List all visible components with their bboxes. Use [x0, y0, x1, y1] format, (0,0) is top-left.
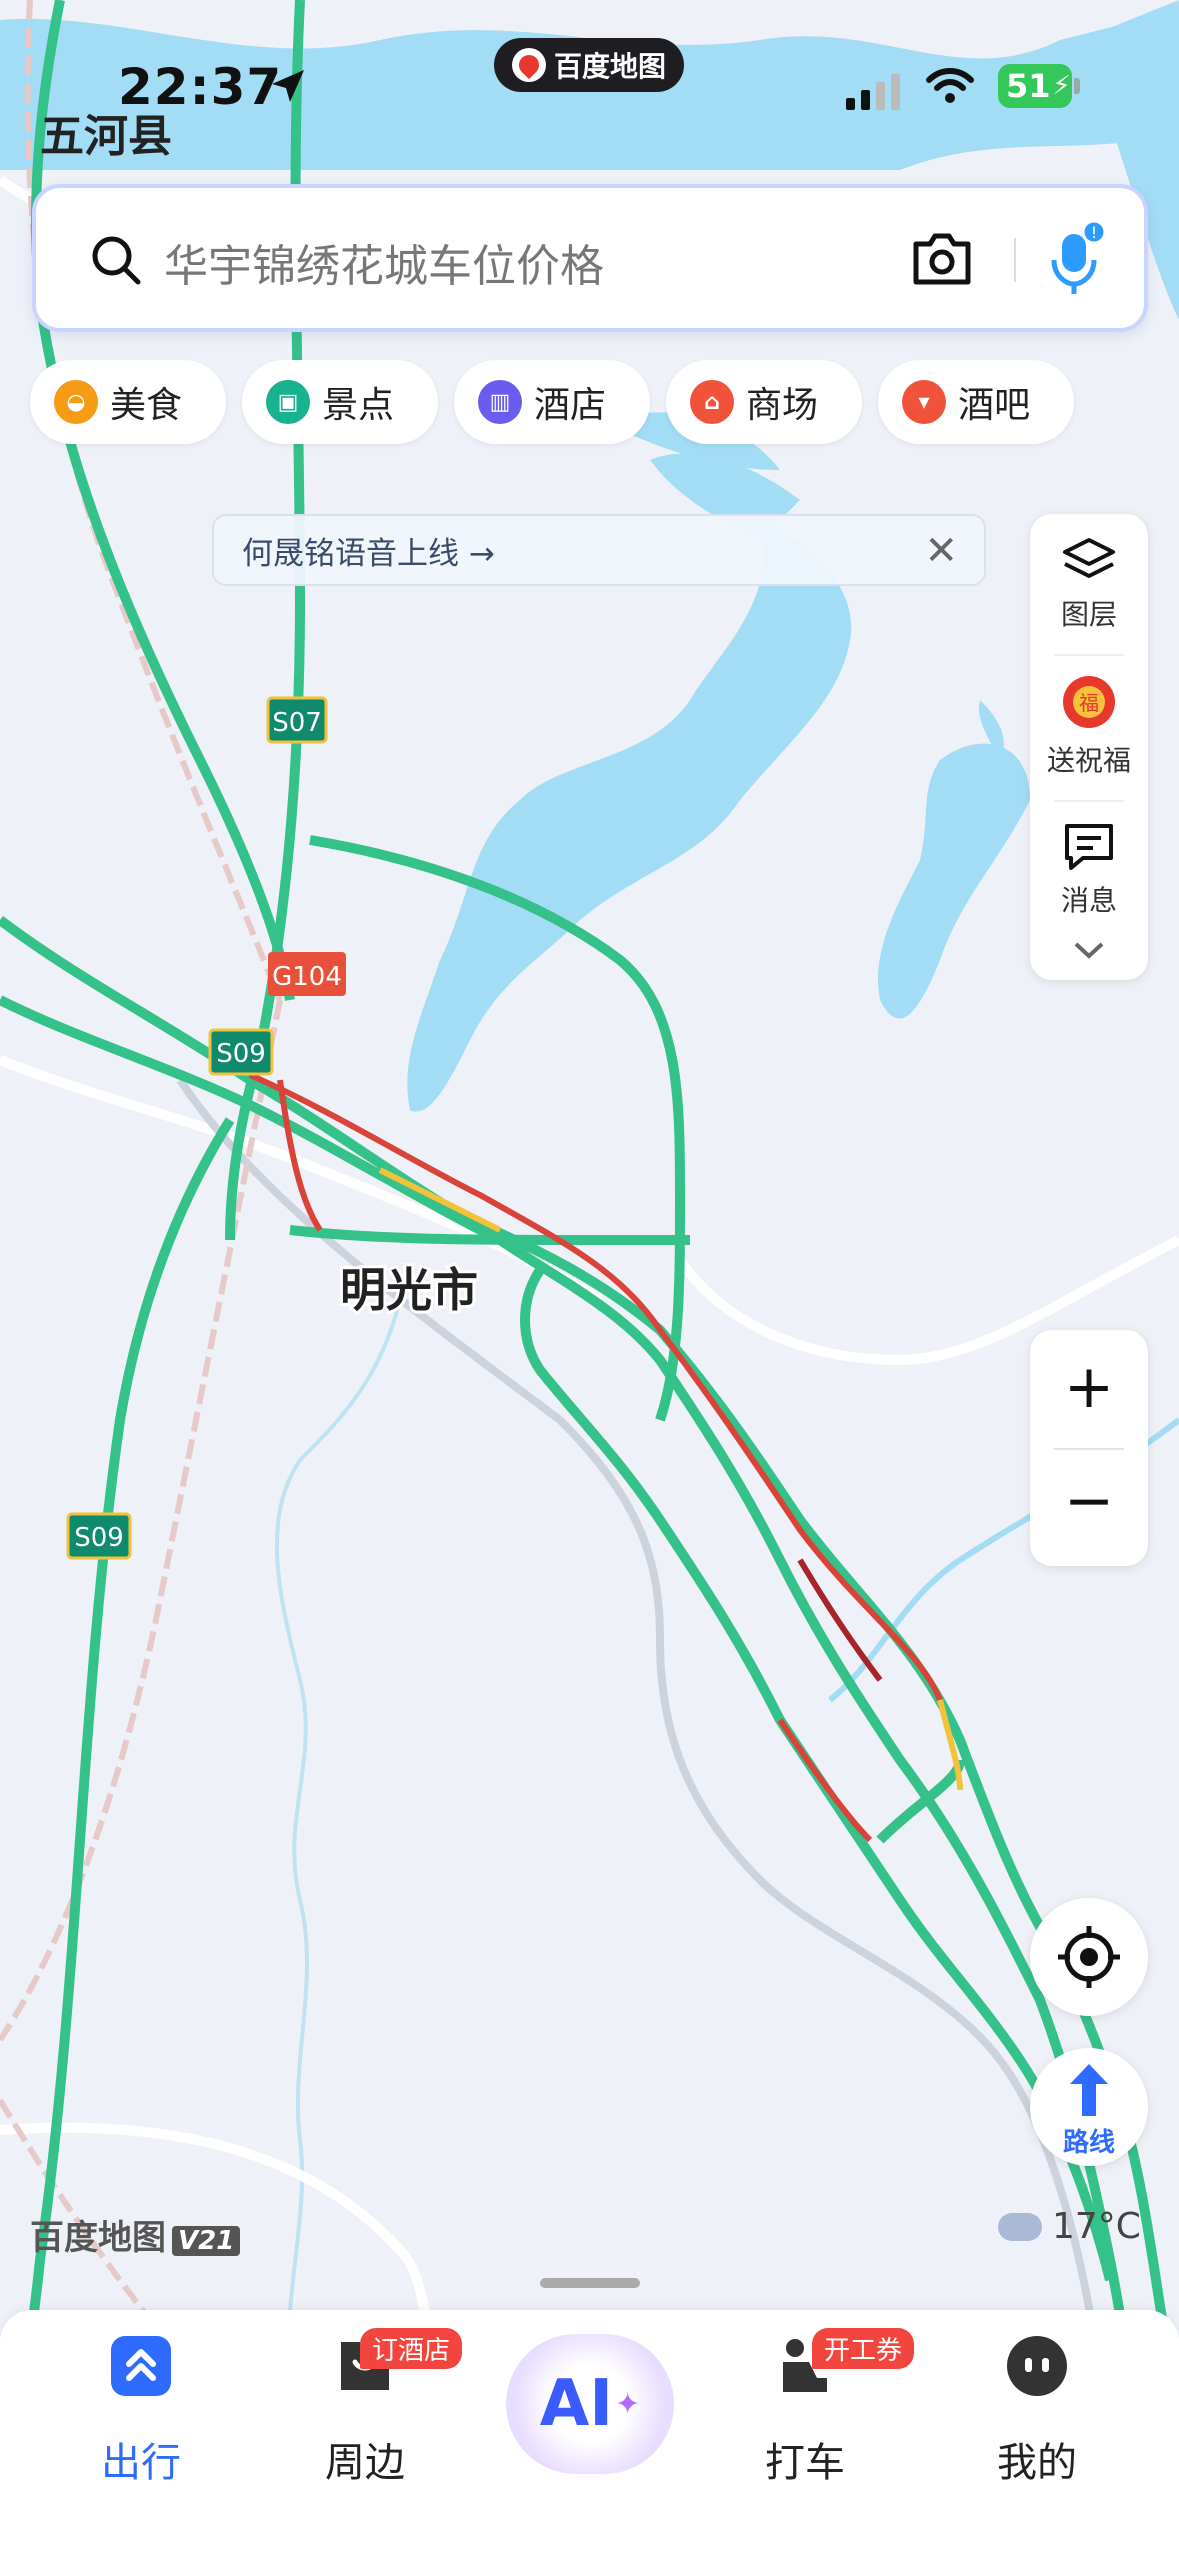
category-bar[interactable]: ▾ 酒吧 [878, 360, 1075, 444]
layers-icon [1063, 538, 1115, 578]
chevron-down-icon[interactable] [1072, 938, 1106, 962]
category-label: 酒店 [534, 385, 607, 426]
messages-label: 消息 [1060, 884, 1117, 917]
tab-label: 我的 [997, 2440, 1077, 2486]
microphone-icon[interactable]: ! [1046, 220, 1106, 300]
temperature: 17°C [1052, 2206, 1141, 2247]
messages-button[interactable]: 消息 [1030, 820, 1148, 919]
divider [1014, 238, 1016, 282]
app-indicator[interactable]: 百度地图 [494, 38, 684, 92]
category-label: 景点 [322, 385, 395, 426]
shield-label: S09 [216, 1039, 266, 1069]
food-icon: ◒ [54, 380, 98, 424]
hotel-icon: ▥ [478, 380, 523, 424]
banner-text: 何晟铭语音上线 → [242, 535, 495, 572]
locate-me-button[interactable] [1030, 1898, 1148, 2016]
travel-icon [111, 2336, 171, 2396]
ai-assistant-button[interactable]: AI ✦ [506, 2334, 674, 2474]
county-label[interactable]: 五河县 [40, 100, 172, 164]
bottom-nav: 出行 周边 订酒店 AI ✦ 打车 开工券 我的 [0, 2310, 1179, 2556]
category-mall[interactable]: ⌂ 商场 [666, 360, 863, 444]
hotel-badge: 订酒店 [360, 2328, 463, 2369]
route-arrow-icon [1070, 2064, 1108, 2116]
search-icon [92, 236, 141, 285]
category-label: 美食 [110, 385, 183, 426]
coupon-badge: 开工券 [812, 2328, 915, 2369]
category-food[interactable]: ◒ 美食 [30, 360, 227, 444]
watermark-text: 百度地图 [30, 2218, 166, 2258]
mall-icon: ⌂ [690, 380, 735, 424]
close-icon[interactable]: ✕ [924, 528, 958, 574]
version-badge: V21 [172, 2226, 241, 2256]
road-shield-s07: S07 [266, 696, 328, 744]
bar-icon: ▾ [902, 380, 947, 424]
zoom-control: + − [1030, 1330, 1148, 1566]
category-scenic[interactable]: ▣ 景点 [242, 360, 439, 444]
cloud-icon [998, 2212, 1042, 2241]
battery-tip [1074, 78, 1080, 94]
category-hotel[interactable]: ▥ 酒店 [454, 360, 651, 444]
route-label: 路线 [1062, 2128, 1115, 2158]
crosshair-icon [1058, 1926, 1120, 1988]
tab-mine[interactable]: 我的 [952, 2334, 1122, 2486]
camera-icon[interactable] [910, 228, 974, 290]
svg-text:!: ! [1091, 223, 1097, 242]
tab-taxi[interactable]: 打车 开工券 [720, 2328, 915, 2486]
road-shield-s09: S09 [208, 1028, 274, 1076]
message-icon [1065, 824, 1113, 870]
drag-handle[interactable] [540, 2278, 640, 2288]
category-label: 商场 [746, 385, 819, 426]
divider [1054, 1448, 1124, 1450]
location-arrow-icon [272, 70, 304, 102]
search-input[interactable]: 华宇锦绣花城车位价格 [164, 230, 604, 294]
battery-level: 51 [1006, 67, 1051, 105]
sparkle-icon: ✦ [615, 2386, 641, 2422]
tab-label: 出行 [101, 2440, 181, 2486]
red-envelope-icon: 福 [1063, 676, 1115, 728]
category-chips: ◒ 美食 ▣ 景点 ▥ 酒店 ⌂ 商场 ▾ 酒吧 [30, 360, 1075, 444]
layers-button[interactable]: 图层 [1030, 534, 1148, 633]
blessing-label: 送祝福 [1046, 744, 1131, 777]
baidu-map-watermark: 百度地图 V21 [30, 2210, 241, 2259]
zoom-out-button[interactable]: − [1030, 1466, 1148, 1536]
zoom-in-button[interactable]: + [1030, 1352, 1148, 1422]
baidu-map-logo-icon [511, 48, 546, 82]
road-shield-s09-south: S09 [66, 1512, 132, 1560]
tab-label: 周边 [325, 2440, 405, 2486]
city-label[interactable]: 明光市 [337, 1260, 481, 1320]
tab-nearby[interactable]: 周边 订酒店 [280, 2328, 463, 2486]
profile-icon [1007, 2336, 1067, 2396]
svg-text:福: 福 [1079, 691, 1099, 715]
route-button[interactable]: 路线 [1030, 2048, 1148, 2166]
map-tools-panel: 图层 福 送祝福 消息 [1030, 514, 1148, 980]
search-bar[interactable]: 华宇锦绣花城车位价格 ! [32, 184, 1148, 332]
road-shield-g104: G104 [268, 952, 346, 996]
wifi-icon [926, 68, 974, 103]
cellular-signal-icon [846, 74, 900, 110]
charging-bolt-icon: ⚡ [1052, 71, 1071, 101]
shield-label: S09 [74, 1523, 124, 1553]
shield-label: S07 [272, 708, 322, 738]
app-indicator-label: 百度地图 [553, 50, 666, 83]
blessing-button[interactable]: 福 送祝福 [1030, 672, 1148, 779]
tab-travel[interactable]: 出行 [56, 2334, 226, 2486]
scenic-icon: ▣ [266, 380, 311, 424]
battery-indicator: 51 ⚡ [998, 64, 1072, 108]
tab-label: 打车 [765, 2440, 845, 2486]
ai-label: AI [539, 2367, 614, 2441]
category-label: 酒吧 [958, 385, 1031, 426]
voice-promo-banner[interactable]: 何晟铭语音上线 → ✕ [212, 514, 986, 586]
weather-widget[interactable]: 17°C [998, 2206, 1141, 2247]
layers-label: 图层 [1060, 598, 1117, 631]
shield-label: G104 [272, 962, 342, 992]
